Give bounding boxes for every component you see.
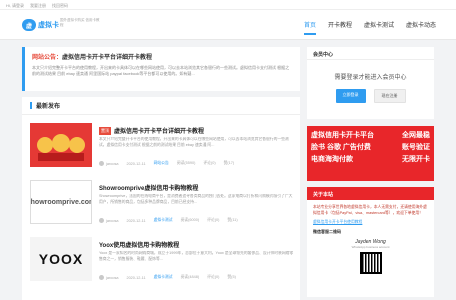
top-utility-bar: Hi, 请登录 我要注册 找回密码 (0, 0, 456, 10)
post-item[interactable]: 置顶 虚拟信用卡开卡平台详细开卡教程 本文只介绍完整开卡平台的使用教程，开出来的卡… (30, 123, 295, 179)
ad-text: 账号验证 (402, 144, 430, 151)
tutorial-link[interactable]: 虚拟信用卡开卡平台使用教程 (313, 220, 428, 225)
logo-text: 虚拟卡 (38, 22, 59, 29)
avatar (99, 275, 104, 280)
post-category[interactable]: 虚拟卡测试 (154, 218, 173, 223)
post-item[interactable]: showroomprive.com Showroomprive虚拟信用卡购物教程… (30, 180, 295, 236)
author-name: jaroosa (106, 162, 119, 166)
post-excerpt: Yoox 是一家知名的时尚网购商城，成立于1999年，总部位于意大利。Yoox … (99, 251, 294, 261)
register-link[interactable]: 我要注册 (30, 3, 46, 9)
login-button[interactable]: 立即登录 (335, 89, 366, 103)
author-name: jaroosa (106, 219, 119, 223)
red-envelope-illustration (30, 123, 92, 167)
ad-text: 电商海淘付款 (311, 156, 353, 163)
site-header: 虚 虚拟卡 国外虚拟卡购买 信用卡教程 首页 开卡教程 虚拟卡测试 虚拟卡动态 (0, 10, 456, 40)
post-title-text: 虚拟信用卡开卡平台详细开卡教程 (114, 129, 205, 135)
author-name: jaroosa (106, 276, 119, 280)
post-excerpt: 本文只介绍完整开卡平台的使用教程，开出来的卡具体可以在哪些网站使用，可以去本站浏… (99, 137, 289, 147)
latest-posts-panel: 最新发布 置顶 虚拟信用卡开卡平台详细开卡教程 本文只介绍完整开卡平台的使用教程，… (22, 97, 300, 300)
post-date: 2020-12-11 (126, 218, 146, 223)
about-widget: 关于本站 本站专业分享世界各地虚拟信用卡，本人无需支付，还请使用海外虚拟信用卡（… (307, 187, 434, 297)
heading-accent-bar (30, 102, 32, 109)
notice-prefix: 网站公告： (32, 55, 63, 61)
forgot-password-link[interactable]: 找回密码 (52, 3, 68, 9)
ad-text: 脸书 谷歌 广告付费 (311, 144, 371, 151)
post-thumbnail[interactable]: YOOX (30, 237, 92, 281)
latest-heading-text: 最新发布 (36, 104, 61, 110)
member-center-widget: 会员中心 需要登录才能进入会员中心 立即登录 现在注册 (307, 47, 434, 119)
ad-banner[interactable]: 虚拟信用卡开卡平台 全网最稳 脸书 谷歌 广告付费 账号验证 电商海淘付款 无限开卡 (307, 126, 434, 181)
post-date: 2020-12-11 (126, 275, 146, 280)
post-views: 阅读(6000) (180, 218, 200, 222)
post-meta: jaroosa 2020-12-11 虚拟卡测试 阅读(4848) 评论(0) … (99, 275, 295, 280)
post-comments[interactable]: 评论(0) (207, 275, 219, 280)
pinned-badge: 置顶 (99, 127, 111, 135)
ad-text: 全网最稳 (402, 132, 430, 139)
avatar (99, 161, 104, 166)
post-likes[interactable]: 赞(5) (227, 275, 235, 280)
logo-icon: 虚 (22, 19, 36, 31)
nav-item-home[interactable]: 首页 (303, 20, 316, 35)
notice-title-text: 虚拟信用卡开卡平台详细开卡教程 (62, 55, 153, 61)
post-date: 2020-12-11 (126, 161, 146, 166)
ad-text: 虚拟信用卡开卡平台 (311, 132, 374, 139)
post-category[interactable]: 网站公告 (154, 161, 169, 166)
about-text: 本站专业分享世界各地虚拟信用卡，本人无需支付，还请使用海外虚拟信用卡（包括Pay… (313, 205, 427, 215)
member-login-message: 需要登录才能进入会员中心 (334, 75, 407, 81)
site-slogan: 国外虚拟卡购买 信用卡教程 (60, 18, 100, 27)
post-category[interactable]: 虚拟卡测试 (154, 275, 173, 280)
latest-posts-heading: 最新发布 (22, 97, 300, 115)
notice-title[interactable]: 网站公告：虚拟信用卡开卡平台详细开卡教程 (32, 52, 293, 61)
post-author[interactable]: jaroosa (99, 161, 118, 166)
sidebar: 会员中心 需要登录才能进入会员中心 立即登录 现在注册 虚拟信用卡开卡平台 全网最… (307, 47, 434, 297)
nav-item-tutorials[interactable]: 开卡教程 (328, 20, 352, 35)
login-link[interactable]: Hi, 请登录 (6, 3, 24, 9)
post-thumbnail[interactable]: showroomprive.com (30, 180, 92, 224)
about-heading: 关于本站 (307, 187, 434, 200)
ad-text: 无限开卡 (402, 156, 430, 163)
register-button[interactable]: 现在注册 (373, 89, 406, 103)
post-author[interactable]: jaroosa (99, 275, 118, 280)
main-nav: 首页 开卡教程 虚拟卡测试 虚拟卡动态 (303, 20, 436, 35)
post-comments[interactable]: 评论(0) (203, 161, 215, 166)
post-item[interactable]: YOOX Yoox使用虚拟信用卡购物教程 Yoox 是一家知名的时尚网购商城，成… (30, 237, 295, 293)
notice-body: 本文只介绍完整开卡平台的使用教程，开出来的卡具体可以在哪些网站使用，可以去本站浏… (32, 65, 290, 76)
post-excerpt: Showroomprive，法国的在线电商平台，是消费者追寻各类商品的独门去处。… (99, 194, 293, 204)
member-center-heading: 会员中心 (307, 47, 434, 60)
post-title[interactable]: 置顶 虚拟信用卡开卡平台详细开卡教程 (99, 126, 295, 135)
post-comments[interactable]: 评论(0) (207, 218, 219, 223)
signature-subtitle: WhatsApp business account (351, 245, 390, 249)
post-meta: jaroosa 2020-12-11 网站公告 阅读(5590) 评论(0) 赞… (99, 161, 295, 166)
post-views: 阅读(4848) (180, 275, 200, 279)
site-notice: 网站公告：虚拟信用卡开卡平台详细开卡教程 本文只介绍完整开卡平台的使用教程，开出… (22, 47, 300, 91)
post-views: 阅读(5590) (176, 161, 196, 165)
qr-code-icon (359, 252, 382, 274)
post-title[interactable]: Yoox使用虚拟信用卡购物教程 (99, 240, 295, 249)
post-author[interactable]: jaroosa (99, 218, 118, 223)
nav-item-card-news[interactable]: 虚拟卡动态 (406, 20, 436, 35)
site-logo[interactable]: 虚 虚拟卡 (22, 19, 59, 31)
post-thumbnail[interactable] (30, 123, 92, 167)
wechat-label: 微信客服二维码 (313, 229, 341, 234)
post-likes[interactable]: 赞(17) (224, 161, 235, 166)
nav-item-card-tests[interactable]: 虚拟卡测试 (364, 20, 394, 35)
post-likes[interactable]: 赞(11) (227, 218, 237, 223)
post-title[interactable]: Showroomprive虚拟信用卡购物教程 (99, 183, 295, 192)
avatar (99, 218, 104, 223)
post-meta: jaroosa 2020-12-11 虚拟卡测试 阅读(6000) 评论(0) … (99, 218, 295, 223)
